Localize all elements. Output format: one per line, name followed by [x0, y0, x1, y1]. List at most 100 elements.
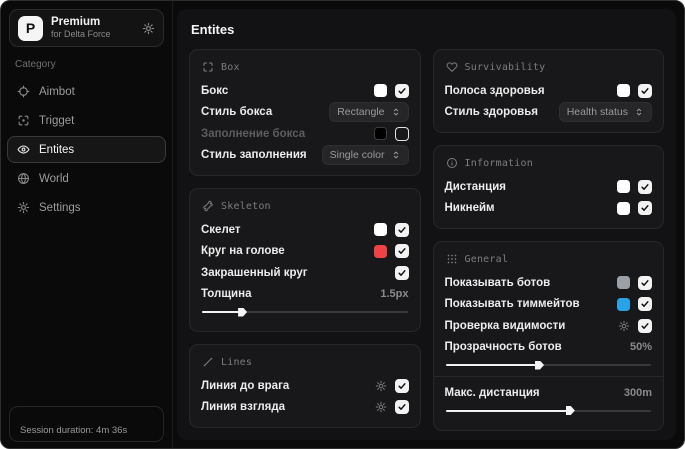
- slider-thumb[interactable]: [535, 360, 545, 370]
- bone-icon: [202, 200, 214, 212]
- app-logo: P: [18, 15, 43, 41]
- select-value: Health status: [566, 106, 628, 119]
- sidebar-item-trigget[interactable]: Trigget: [7, 107, 166, 134]
- color-swatch[interactable]: [373, 84, 387, 98]
- lines-section: Lines Линия до врага Линия взгляда: [189, 344, 421, 428]
- lines-section-header: Lines: [202, 356, 409, 368]
- dots-grid-icon: [446, 253, 458, 265]
- setting-row: Линия до врага: [201, 375, 409, 397]
- setting-value: 50%: [629, 341, 652, 354]
- section-title: General: [464, 253, 509, 265]
- category-label: Category: [15, 59, 56, 70]
- setting-label: Стиль заполнения: [201, 149, 307, 162]
- survivability-section: Survivability Полоса здоровья Стиль здор…: [432, 49, 664, 133]
- checkbox-checked[interactable]: [394, 265, 409, 280]
- setting-row: Проверка видимости: [444, 315, 652, 337]
- color-swatch[interactable]: [617, 201, 630, 215]
- checkbox-checked[interactable]: [394, 244, 409, 259]
- setting-label: Толщина: [201, 288, 252, 301]
- info-icon: [446, 157, 458, 169]
- setting-row: Показывать ботов: [444, 272, 652, 294]
- setting-label: Стиль здоровья: [444, 106, 539, 119]
- setting-label: Показывать ботов: [444, 276, 551, 289]
- information-section: Information Дистанция Никнейм: [432, 145, 664, 229]
- sidebar-item-label: Aimbot: [39, 85, 75, 98]
- slider-thumb[interactable]: [238, 307, 248, 317]
- setting-label: Стиль бокса: [201, 106, 273, 119]
- checkbox-checked[interactable]: [638, 318, 652, 333]
- setting-row: Скелет: [201, 219, 409, 241]
- sidebar-item-aimbot[interactable]: Aimbot: [7, 78, 166, 105]
- setting-row: Прозрачность ботов 50%: [445, 337, 653, 359]
- setting-label: Проверка видимости: [444, 319, 566, 332]
- checkbox-checked[interactable]: [394, 222, 409, 237]
- color-swatch[interactable]: [373, 223, 387, 237]
- sidebar-nav: Aimbot Trigget Entites World Settings: [1, 78, 172, 221]
- checkbox-unchecked[interactable]: [394, 126, 409, 141]
- sidebar-item-label: Settings: [39, 201, 81, 214]
- setting-row: Бокс: [201, 80, 409, 102]
- checkbox-checked[interactable]: [638, 179, 652, 194]
- setting-label: Бокс: [201, 84, 229, 97]
- setting-row: Линия взгляда: [201, 397, 409, 419]
- fill-style-select[interactable]: Single color: [321, 145, 409, 166]
- gear-icon: [17, 201, 30, 214]
- diagonal-line-icon: [202, 356, 214, 368]
- general-section-header: General: [446, 253, 653, 265]
- checkbox-checked[interactable]: [638, 83, 652, 98]
- session-duration-box: Session duration: 4m 36s: [9, 406, 164, 442]
- setting-label: Макс. дистанция: [444, 386, 540, 399]
- setting-label: Никнейм: [444, 202, 495, 215]
- scan-target-icon: [17, 114, 30, 127]
- color-swatch[interactable]: [617, 180, 630, 194]
- section-title: Lines: [221, 356, 253, 368]
- globe-icon: [17, 172, 30, 185]
- brand-card: P Premium for Delta Force: [9, 9, 164, 47]
- setting-label: Заполнение бокса: [201, 127, 306, 140]
- bot-opacity-slider[interactable]: [445, 360, 651, 370]
- color-swatch[interactable]: [617, 84, 630, 98]
- gear-icon[interactable]: [375, 380, 387, 392]
- setting-row: Закрашенный круг: [201, 262, 409, 284]
- color-swatch[interactable]: [617, 297, 630, 311]
- frame-corners-icon: [202, 61, 214, 73]
- setting-label: Закрашенный круг: [201, 266, 308, 279]
- setting-row: Никнейм: [444, 198, 652, 220]
- survivability-section-header: Survivability: [446, 61, 653, 73]
- setting-label: Дистанция: [444, 180, 506, 193]
- color-swatch[interactable]: [617, 276, 630, 290]
- checkbox-checked[interactable]: [394, 400, 409, 415]
- setting-row: Заполнение бокса: [201, 123, 409, 145]
- color-swatch[interactable]: [373, 127, 387, 141]
- setting-label: Скелет: [201, 223, 241, 236]
- main-panel: Entites Box Бокс Стиль бокса Rectangle З…: [177, 9, 676, 440]
- color-swatch[interactable]: [373, 244, 387, 258]
- checkbox-checked[interactable]: [394, 378, 409, 393]
- thickness-slider[interactable]: [202, 307, 408, 317]
- skeleton-section: Skeleton Скелет Круг на голове Закрашенн…: [189, 188, 421, 332]
- sidebar-item-entites[interactable]: Entites: [7, 136, 166, 163]
- heart-icon: [446, 61, 458, 73]
- health-style-select[interactable]: Health status: [558, 102, 652, 123]
- checkbox-checked[interactable]: [638, 201, 652, 216]
- max-distance-slider[interactable]: [445, 406, 651, 416]
- setting-label: Прозрачность ботов: [444, 341, 562, 354]
- sidebar-item-world[interactable]: World: [7, 165, 166, 192]
- sidebar-item-label: Trigget: [39, 114, 75, 127]
- box-section-header: Box: [202, 61, 409, 73]
- checkbox-checked[interactable]: [638, 297, 652, 312]
- box-style-select[interactable]: Rectangle: [329, 102, 409, 123]
- sidebar-item-settings[interactable]: Settings: [7, 194, 166, 221]
- setting-label: Линия до врага: [201, 379, 290, 392]
- gear-icon[interactable]: [618, 320, 630, 332]
- checkbox-checked[interactable]: [394, 83, 409, 98]
- chevron-up-down-icon: [391, 107, 401, 117]
- select-value: Single color: [329, 149, 385, 162]
- checkbox-checked[interactable]: [638, 275, 652, 290]
- gear-icon[interactable]: [375, 401, 387, 413]
- setting-value: 300m: [623, 386, 652, 399]
- gear-icon[interactable]: [142, 22, 155, 35]
- skeleton-section-header: Skeleton: [202, 200, 409, 212]
- slider-thumb[interactable]: [565, 406, 575, 415]
- eye-icon: [17, 143, 30, 156]
